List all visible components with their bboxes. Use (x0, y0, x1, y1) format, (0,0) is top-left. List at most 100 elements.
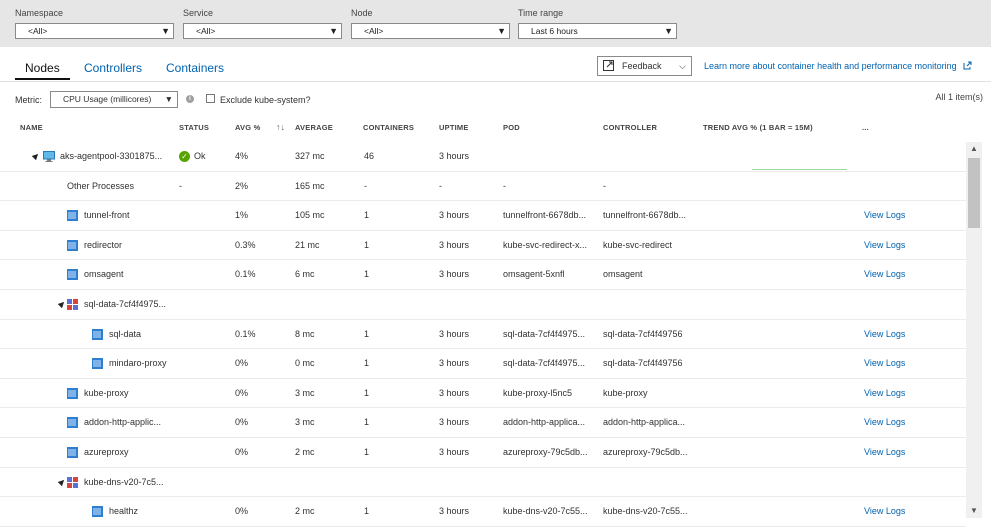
view-logs-link[interactable]: View Logs (864, 497, 905, 526)
avg-pct-cell: 0.3% (235, 239, 256, 250)
scroll-up-icon[interactable]: ▲ (966, 142, 982, 156)
view-logs-link[interactable]: View Logs (864, 379, 905, 408)
pod-cell: sql-data-7cf4f4975... (503, 358, 586, 369)
pod-cell: kube-dns-v20-7c55... (503, 506, 588, 517)
uptime-cell: 3 hours (439, 239, 470, 250)
chevron-down-icon: ▼ (664, 26, 673, 36)
view-logs-link[interactable]: View Logs (864, 349, 905, 378)
name-cell: sql-data-7cf4f4975... (84, 299, 167, 309)
col-containers[interactable]: CONTAINERS (363, 123, 414, 132)
col-pod[interactable]: POD (503, 123, 520, 132)
container-icon (67, 417, 78, 429)
node-select[interactable]: <All> ▼ (351, 23, 510, 39)
scrollbar-thumb[interactable] (968, 158, 980, 228)
pod-cell: addon-http-applica... (503, 417, 586, 428)
pod-cell: - (503, 180, 506, 191)
exclude-kube-system-checkbox[interactable] (206, 94, 215, 103)
view-logs-link[interactable]: View Logs (864, 320, 905, 349)
containers-cell: 1 (364, 417, 370, 428)
table-row[interactable]: Other Processes - 2% 165 mc - - - - (0, 172, 966, 202)
feedback-label: Feedback (622, 61, 662, 71)
vertical-scrollbar[interactable]: ▲ ▼ (966, 142, 982, 518)
col-controller[interactable]: CONTROLLER (603, 123, 657, 132)
time-range-select[interactable]: Last 6 hours ▼ (518, 23, 677, 39)
tab-nodes[interactable]: Nodes (15, 53, 70, 80)
tab-containers[interactable]: Containers (166, 53, 224, 80)
chevron-down-icon: ⌵ (679, 61, 686, 71)
service-select[interactable]: <All> ▼ (183, 23, 342, 39)
table-row[interactable]: aks-agentpool-3301875... ✓ Ok 4% 327 mc 46 3 h… (0, 142, 966, 172)
tab-controllers[interactable]: Controllers (84, 53, 142, 80)
metric-select[interactable]: CPU Usage (millicores) ▼ (50, 91, 178, 108)
sort-arrows-icon[interactable]: ↑↓ (276, 122, 285, 132)
container-icon (92, 358, 103, 370)
col-trend[interactable]: TREND AVG % (1 BAR = 15M) (703, 123, 813, 132)
view-logs-link[interactable]: View Logs (864, 438, 905, 467)
name-cell: healthz (109, 506, 139, 517)
controller-cell: kube-svc-redirect (603, 239, 673, 250)
table-row[interactable]: addon-http-applic... 0% 3 mc 1 3 hours addon-… (0, 408, 966, 438)
status-cell: - (179, 180, 182, 191)
view-logs-link[interactable]: View Logs (864, 201, 905, 230)
name-cell: Other Processes (67, 180, 135, 191)
info-icon[interactable]: i (186, 95, 194, 103)
col-uptime[interactable]: UPTIME (439, 123, 469, 132)
average-cell: 2 mc (295, 447, 315, 457)
table-row[interactable]: omsagent 0.1% 6 mc 1 3 hours omsagent-5xnfl om… (0, 260, 966, 290)
learn-more-link[interactable]: Learn more about container health and pe… (704, 61, 972, 71)
average-cell: 105 mc (295, 210, 325, 221)
chevron-down-icon: ▼ (497, 26, 506, 36)
table-row[interactable]: tunnel-front 1% 105 mc 1 3 hours tunnelfront-… (0, 201, 966, 231)
feedback-button[interactable]: Feedback ⌵ (597, 56, 692, 76)
namespace-select[interactable]: <All> ▼ (15, 23, 174, 39)
table-row[interactable]: healthz 0% 2 mc 1 3 hours kube-dns-v20-7c55..… (0, 497, 966, 527)
filter-namespace: Namespace <All> ▼ (15, 7, 174, 39)
pod-cell: omsagent-5xnfl (503, 269, 565, 280)
controller-cell: sql-data-7cf4f49756 (603, 358, 683, 369)
average-cell: 0 mc (295, 358, 315, 369)
table-row[interactable]: sql-data-7cf4f4975... (0, 290, 966, 320)
view-logs-link[interactable]: View Logs (864, 231, 905, 260)
col-more[interactable]: ... (862, 123, 869, 132)
scroll-down-icon[interactable]: ▼ (966, 504, 982, 518)
container-icon (67, 269, 78, 281)
controller-cell: sql-data-7cf4f49756 (603, 328, 683, 339)
filter-node: Node <All> ▼ (351, 7, 510, 39)
containers-cell: 1 (364, 328, 370, 339)
name-cell: omsagent (84, 269, 124, 280)
container-icon (67, 447, 78, 458)
learn-more-text: Learn more about container health and pe… (704, 61, 957, 71)
name-cell: sql-data (109, 328, 142, 339)
external-link-icon (963, 61, 972, 70)
pod-cell: sql-data-7cf4f4975... (503, 328, 586, 339)
table-row[interactable]: sql-data 0.1% 8 mc 1 3 hours sql-data-7cf4f49… (0, 320, 966, 350)
col-average[interactable]: AVERAGE (295, 123, 333, 132)
uptime-cell: - (439, 180, 442, 191)
node-label: Node (351, 8, 373, 18)
vm-icon (43, 151, 55, 162)
item-count: All 1 item(s) (935, 92, 983, 102)
time-range-value: Last 6 hours (531, 26, 578, 36)
containers-cell: 1 (364, 210, 370, 221)
avg-pct-cell: 0.1% (235, 269, 256, 280)
collapse-triangle-icon[interactable] (57, 299, 67, 309)
table-row[interactable]: redirector 0.3% 21 mc 1 3 hours kube-svc-redi… (0, 231, 966, 261)
table-row[interactable]: mindaro-proxy 0% 0 mc 1 3 hours sql-data-7cf4… (0, 349, 966, 379)
table-row[interactable]: kube-proxy 0% 3 mc 1 3 hours kube-proxy-l5nc5… (0, 379, 966, 409)
col-name[interactable]: NAME (20, 123, 43, 132)
table-row[interactable]: azureproxy 0% 2 mc 1 3 hours azureproxy-79c5d… (0, 438, 966, 468)
uptime-cell: 3 hours (439, 506, 470, 517)
collapse-triangle-icon[interactable] (57, 477, 67, 486)
collapse-triangle-icon[interactable] (31, 151, 41, 161)
average-cell: 3 mc (295, 417, 315, 428)
col-status[interactable]: STATUS (179, 123, 209, 132)
controller-cell: addon-http-applica... (603, 417, 686, 428)
col-avg-pct[interactable]: AVG % (235, 123, 260, 132)
uptime-cell: 3 hours (439, 328, 470, 339)
view-logs-link[interactable]: View Logs (864, 260, 905, 289)
name-cell: aks-agentpool-3301875... (60, 151, 163, 161)
name-cell: kube-proxy (84, 387, 129, 398)
table-row[interactable]: kube-dns-v20-7c5... (0, 468, 966, 498)
view-logs-link[interactable]: View Logs (864, 408, 905, 437)
containers-cell: 46 (364, 151, 375, 161)
